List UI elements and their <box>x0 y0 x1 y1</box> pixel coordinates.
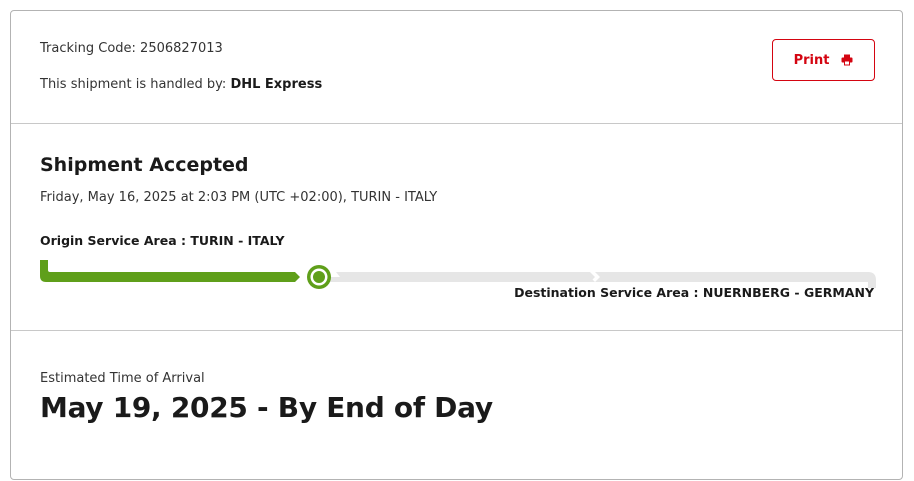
carrier-name: DHL Express <box>230 77 323 92</box>
eta-value: May 19, 2025 - By End of Day <box>40 391 493 424</box>
progress-current-marker <box>307 265 331 289</box>
handler-line: This shipment is handled by: DHL Express <box>40 77 322 92</box>
status-datetime: Friday, May 16, 2025 at 2:03 PM (UTC +02… <box>40 190 438 205</box>
print-label: Print <box>793 52 830 68</box>
estimated-arrival: Estimated Time of Arrival May 19, 2025 -… <box>11 331 902 481</box>
print-button[interactable]: Print <box>772 39 875 81</box>
progress-track-segment-2-main <box>336 272 595 282</box>
tracking-code-value: 2506827013 <box>140 41 223 56</box>
origin-service-area: Origin Service Area : TURIN - ITALY <box>40 233 285 248</box>
status-title: Shipment Accepted <box>40 154 249 176</box>
tracking-code-label: Tracking Code: <box>40 41 141 56</box>
handler-label: This shipment is handled by: <box>40 77 231 92</box>
progress-completed-segment <box>40 260 300 282</box>
tracking-code-line: Tracking Code: 2506827013 <box>40 41 223 56</box>
eta-label: Estimated Time of Arrival <box>40 371 205 386</box>
destination-service-area: Destination Service Area : NUERNBERG - G… <box>514 285 874 300</box>
shipment-status: Shipment Accepted Friday, May 16, 2025 a… <box>11 124 902 331</box>
tracking-header: Tracking Code: 2506827013 This shipment … <box>11 11 902 124</box>
printer-icon <box>841 54 853 66</box>
shipment-card: Tracking Code: 2506827013 This shipment … <box>10 10 903 480</box>
